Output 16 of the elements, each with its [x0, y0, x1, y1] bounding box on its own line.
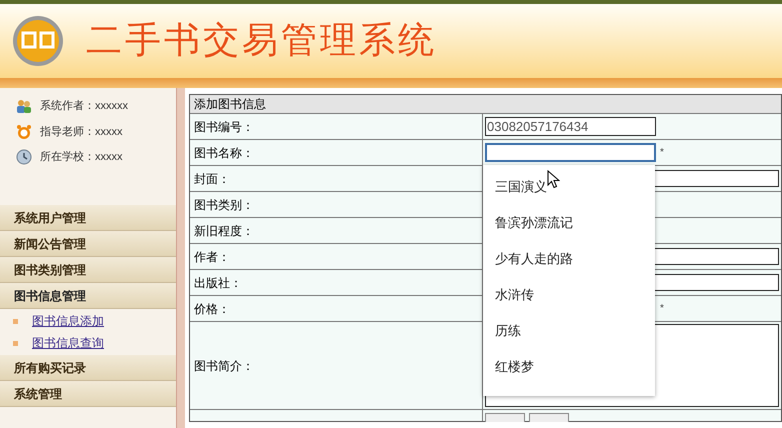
app-title: 二手书交易管理系统 — [86, 19, 437, 63]
required-mark: * — [660, 146, 664, 160]
field-label: 新旧程度： — [194, 222, 254, 240]
field-label: 价格： — [194, 300, 230, 318]
field-label: 出版社： — [194, 274, 242, 292]
field-label: 作者： — [194, 248, 230, 266]
field-label: 图书类别： — [194, 196, 254, 214]
info-text: 系统作者：xxxxxx — [40, 98, 128, 114]
form-title: 添加图书信息 — [190, 95, 781, 113]
field-label: 图书名称： — [194, 144, 254, 162]
field-label: 封面： — [194, 170, 230, 188]
field-label: 图书编号： — [194, 118, 254, 136]
required-mark: * — [660, 302, 664, 316]
info-text: 指导老师：xxxxx — [40, 124, 122, 140]
info-text: 所在学校：xxxxx — [40, 150, 122, 165]
field-label: 图书简介： — [194, 358, 254, 374]
